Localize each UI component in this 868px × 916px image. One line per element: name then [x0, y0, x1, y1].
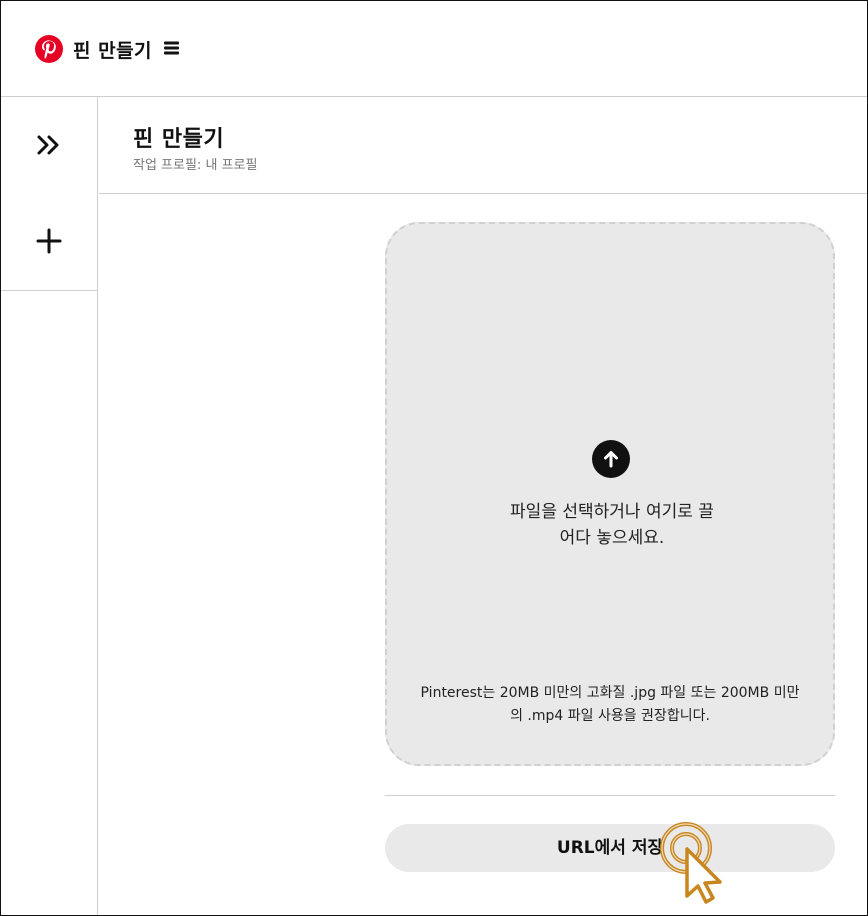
top-header: 핀 만들기 [1, 1, 867, 97]
plus-icon [36, 228, 62, 254]
arrow-up-circle-icon [592, 440, 630, 478]
dropzone-prompt: 파일을 선택하거나 여기로 끌 어다 놓으세요. [447, 499, 777, 551]
profile-subtitle: 작업 프로필: 내 프로필 [133, 158, 258, 173]
file-recommendation-hint: Pinterest는 20MB 미만의 고화질 .jpg 파일 또는 200MB… [387, 682, 833, 728]
page-header: 핀 만들기 작업 프로필: 내 프로필 [99, 97, 867, 194]
hint-line2: 의 .mp4 파일 사용을 권장합니다. [510, 708, 710, 724]
save-from-url-button[interactable]: URL에서 저장 [385, 824, 835, 872]
file-dropzone[interactable]: 파일을 선택하거나 여기로 끌 어다 놓으세요. Pinterest는 20MB… [385, 222, 835, 766]
page-title: 핀 만들기 [133, 127, 225, 152]
app-window: 핀 만들기 핀 만들기 작업 프로필: 내 프로필 파일을 선택하거나 여기로 … [0, 0, 868, 916]
expand-sidebar-button[interactable] [1, 97, 97, 193]
chevron-double-right-icon [37, 135, 59, 155]
dropzone-prompt-line2: 어다 놓으세요. [559, 528, 665, 548]
pinterest-logo-icon[interactable] [34, 34, 64, 64]
dropzone-prompt-line1: 파일을 선택하거나 여기로 끌 [510, 502, 714, 522]
hamburger-menu-icon[interactable] [164, 41, 179, 55]
hint-line1: Pinterest는 20MB 미만의 고화질 .jpg 파일 또는 200MB… [420, 685, 800, 701]
add-pin-button[interactable] [1, 193, 97, 289]
rail-divider [1, 290, 97, 291]
side-rail [1, 97, 98, 915]
section-divider [385, 795, 835, 796]
app-title: 핀 만들기 [73, 40, 153, 62]
